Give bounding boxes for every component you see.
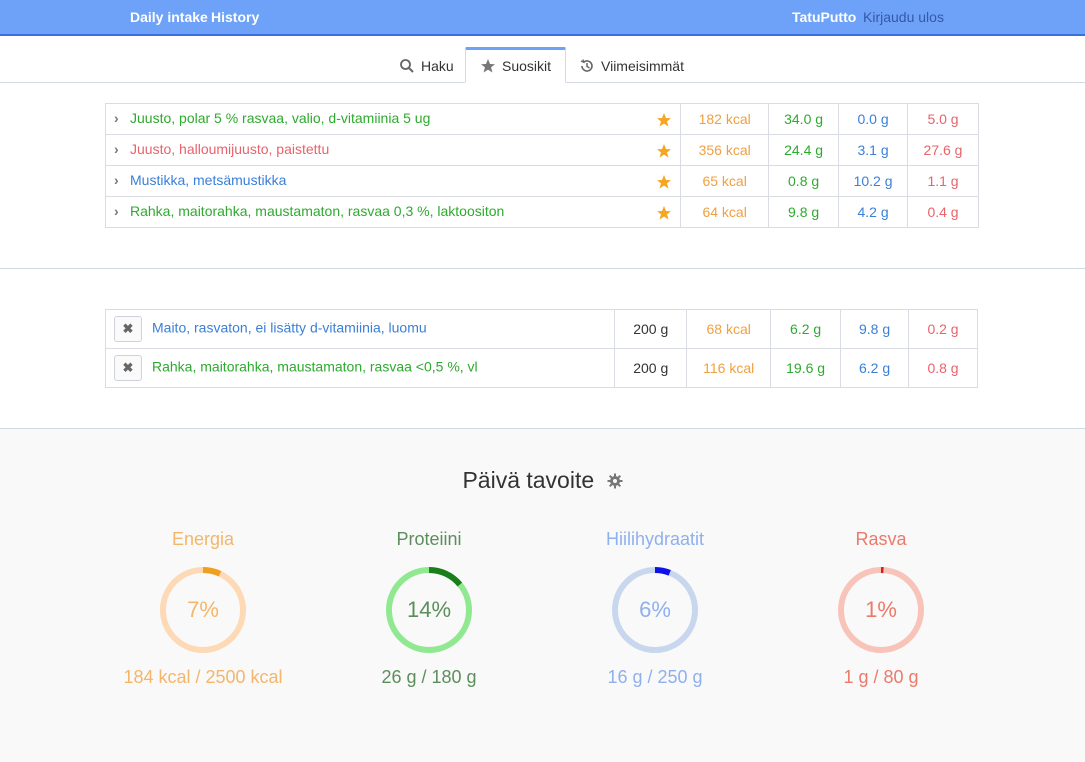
kcal-cell: 182 kcal [680, 103, 770, 135]
divider [0, 268, 1085, 269]
star-icon[interactable] [656, 174, 672, 190]
protein-cell: 24.4 g [768, 134, 840, 166]
favorite-row[interactable]: › Juusto, polar 5 % rasvaa, valio, d-vita… [104, 103, 979, 135]
kcal-cell: 64 kcal [680, 196, 770, 228]
food-name: Maito, rasvaton, ei lisätty d-vitamiinia… [152, 319, 427, 336]
food-name[interactable]: Rahka, maitorahka, maustamaton, rasvaa 0… [130, 203, 504, 219]
goal-value: 26 g / 180 g [381, 667, 477, 687]
favorite-name-cell[interactable]: › Rahka, maitorahka, maustamaton, rasvaa … [104, 196, 682, 228]
nav-history-link[interactable]: History [211, 9, 259, 25]
carbs-cell: 10.2 g [838, 165, 909, 197]
goals-title: Päivä tavoite [462, 467, 595, 493]
goal-name: Proteiini [396, 529, 462, 549]
navbar: Daily intake History TatuPutto Kirjaudu … [0, 0, 1085, 36]
intake-table: ✖ Maito, rasvaton, ei lisätty d-vitamiini… [104, 309, 978, 388]
close-icon: ✖ [122, 360, 134, 375]
chevron-right-icon[interactable]: › [114, 141, 124, 157]
star-icon [481, 59, 495, 73]
goal-percent: 14% [407, 597, 451, 622]
search-icon [400, 58, 414, 73]
intake-row: ✖ Maito, rasvaton, ei lisätty d-vitamiini… [104, 309, 978, 349]
logout-link[interactable]: Kirjaudu ulos [863, 9, 944, 25]
history-icon [580, 58, 593, 72]
fat-cell: 27.6 g [907, 134, 979, 166]
favorites-table: › Juusto, polar 5 % rasvaa, valio, d-vita… [104, 103, 979, 228]
intake-name-cell: ✖ Maito, rasvaton, ei lisätty d-vitamiini… [104, 309, 616, 349]
kcal-cell: 116 kcal [686, 348, 772, 388]
goal-item: Proteiini 14% 26 g / 180 g [319, 529, 539, 688]
chevron-right-icon[interactable]: › [114, 110, 124, 126]
fat-cell: 0.4 g [907, 196, 979, 228]
star-icon[interactable] [656, 205, 672, 221]
intake-name-cell: ✖ Rahka, maitorahka, maustamaton, rasvaa … [104, 348, 616, 388]
goal-item: Rasva 1% 1 g / 80 g [771, 529, 991, 688]
goal-value: 16 g / 250 g [607, 667, 703, 687]
food-name[interactable]: Juusto, polar 5 % rasvaa, valio, d-vitam… [130, 110, 430, 126]
chevron-right-icon[interactable]: › [114, 203, 124, 219]
fat-cell: 0.8 g [908, 348, 978, 388]
tab-recent[interactable]: Viimeisimmät [579, 48, 684, 83]
protein-cell: 34.0 g [768, 103, 840, 135]
daily-goals-section: Päivä tavoite Energia 7% 184 kcal / 2500… [0, 429, 1085, 762]
food-name[interactable]: Mustikka, metsämustikka [130, 172, 286, 188]
goal-item: Energia 7% 184 kcal / 2500 kcal [93, 529, 313, 688]
tab-favorites[interactable]: Suosikit [465, 47, 566, 83]
kcal-cell: 68 kcal [686, 309, 772, 349]
progress-ring: 7% [160, 567, 246, 653]
carbs-cell: 4.2 g [838, 196, 909, 228]
goal-name: Hiilihydraatit [605, 529, 705, 549]
food-name: Rahka, maitorahka, maustamaton, rasvaa <… [152, 358, 478, 375]
chevron-right-icon[interactable]: › [114, 172, 124, 188]
favorite-name-cell[interactable]: › Juusto, polar 5 % rasvaa, valio, d-vita… [104, 103, 682, 135]
favorite-row[interactable]: › Rahka, maitorahka, maustamaton, rasvaa … [104, 196, 979, 228]
tab-bar: Haku Suosikit Viimeisimmät [0, 36, 1085, 83]
carbs-cell: 0.0 g [838, 103, 909, 135]
fat-cell: 5.0 g [907, 103, 979, 135]
protein-cell: 19.6 g [770, 348, 842, 388]
star-icon[interactable] [656, 112, 672, 128]
close-icon: ✖ [122, 321, 134, 336]
gear-icon[interactable] [607, 473, 623, 489]
favorite-name-cell[interactable]: › Mustikka, metsämustikka [104, 165, 682, 197]
progress-ring: 1% [838, 567, 924, 653]
remove-button[interactable]: ✖ [114, 316, 142, 342]
amount-cell: 200 g [614, 309, 688, 349]
star-icon[interactable] [656, 143, 672, 159]
amount-cell: 200 g [614, 348, 688, 388]
fat-cell: 0.2 g [908, 309, 978, 349]
protein-cell: 0.8 g [768, 165, 840, 197]
goal-name: Rasva [855, 529, 907, 549]
goal-percent: 7% [187, 597, 219, 622]
protein-cell: 9.8 g [768, 196, 840, 228]
goal-name: Energia [171, 529, 235, 549]
favorite-row[interactable]: › Juusto, halloumijuusto, paistettu 356 k… [104, 134, 979, 166]
carbs-cell: 3.1 g [838, 134, 909, 166]
progress-ring: 14% [386, 567, 472, 653]
fat-cell: 1.1 g [907, 165, 979, 197]
carbs-cell: 6.2 g [840, 348, 910, 388]
tab-favorites-label: Suosikit [502, 58, 552, 74]
kcal-cell: 65 kcal [680, 165, 770, 197]
food-name[interactable]: Juusto, halloumijuusto, paistettu [130, 141, 329, 157]
favorite-row[interactable]: › Mustikka, metsämustikka 65 kcal 0.8 g 1… [104, 165, 979, 197]
favorite-name-cell[interactable]: › Juusto, halloumijuusto, paistettu [104, 134, 682, 166]
goals-title-row: Päivä tavoite [0, 467, 1085, 494]
tab-search-label: Haku [421, 57, 454, 74]
carbs-cell: 9.8 g [840, 309, 910, 349]
progress-ring: 6% [612, 567, 698, 653]
nav-daily-intake-link[interactable]: Daily intake [130, 9, 208, 25]
kcal-cell: 356 kcal [680, 134, 770, 166]
goal-percent: 1% [865, 597, 897, 622]
goal-percent: 6% [639, 597, 671, 622]
goal-value: 184 kcal / 2500 kcal [123, 667, 283, 687]
protein-cell: 6.2 g [770, 309, 842, 349]
goal-value: 1 g / 80 g [843, 667, 919, 687]
tab-search[interactable]: Haku [399, 48, 454, 83]
remove-button[interactable]: ✖ [114, 355, 142, 381]
tab-recent-label: Viimeisimmät [601, 57, 684, 74]
username: TatuPutto [792, 9, 857, 25]
goal-item: Hiilihydraatit 6% 16 g / 250 g [545, 529, 765, 688]
intake-row: ✖ Rahka, maitorahka, maustamaton, rasvaa … [104, 348, 978, 388]
